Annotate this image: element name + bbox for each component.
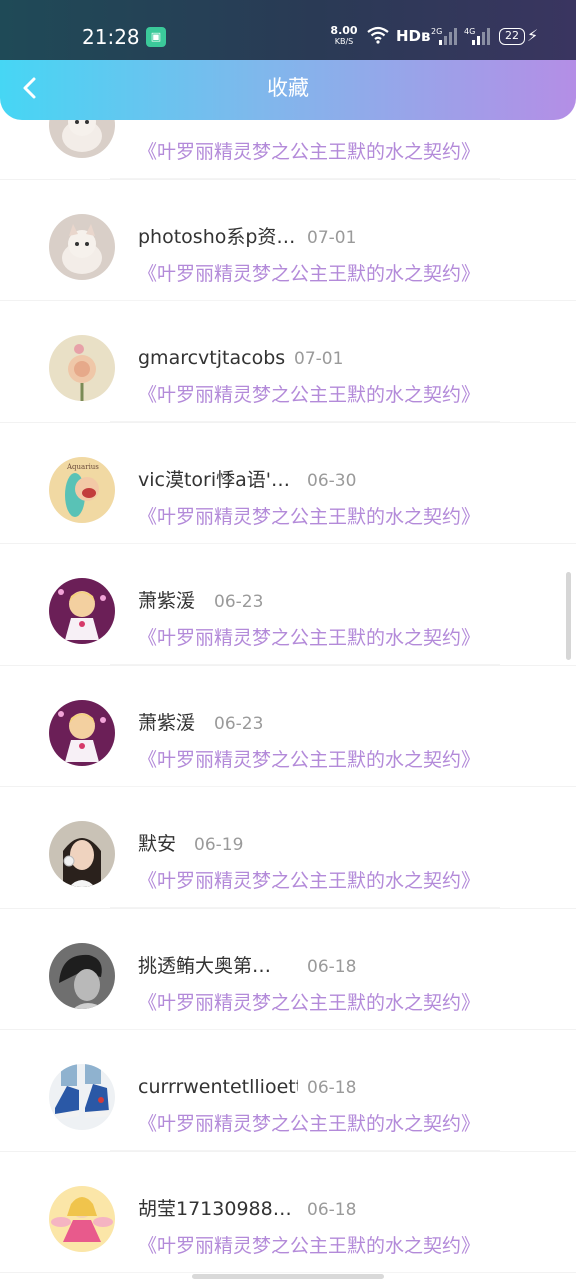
favorite-item[interactable]: gmarcvtjtacobs 07-01 《叶罗丽精灵梦之公主王默的水之契约》 — [0, 301, 576, 423]
avatar-fairy-icon[interactable] — [49, 1185, 115, 1252]
top-bar: 21:28 ▣ 8.00 KB/S HDʙ 2G 4G 22 ⚡ 收藏 — [0, 0, 576, 120]
book-title-link[interactable]: 《叶罗丽精灵梦之公主王默的水之契约》 — [138, 625, 480, 651]
charging-icon: ⚡ — [527, 26, 539, 45]
status-bar: 21:28 ▣ 8.00 KB/S HDʙ 2G 4G 22 ⚡ — [0, 0, 576, 60]
user-name: 挑透鲔大奥第… — [138, 954, 272, 977]
signal-4g-icon: 4G — [464, 26, 490, 50]
favorite-date: 07-01 — [294, 349, 344, 369]
avatar-sneakers-icon[interactable] — [49, 1064, 115, 1130]
book-title-link[interactable]: 《叶罗丽精灵梦之公主王默的水之契约》 — [138, 139, 480, 165]
book-title-link[interactable]: 《叶罗丽精灵梦之公主王默的水之契约》 — [138, 1111, 480, 1137]
signal-4g-label: 4G — [464, 27, 475, 36]
signal-2g-icon: 2G — [431, 26, 457, 50]
battery-indicator: 22 — [499, 28, 525, 45]
favorite-item[interactable]: 萧紫湲 06-23 《叶罗丽精灵梦之公主王默的水之契约》 — [0, 544, 576, 666]
book-title-link[interactable]: 《叶罗丽精灵梦之公主王默的水之契约》 — [138, 990, 480, 1016]
favorites-list-inner: 《叶罗丽精灵梦之公主王默的水之契约》 photosho系p资… 07-01 《叶罗丽精… — [0, 120, 576, 1273]
favorite-date: 06-18 — [307, 1078, 357, 1098]
avatar-rose-icon[interactable] — [49, 335, 115, 401]
signal-2g-label: 2G — [431, 27, 442, 36]
book-title-link[interactable]: 《叶罗丽精灵梦之公主王默的水之契约》 — [138, 382, 480, 408]
book-title-link[interactable]: 《叶罗丽精灵梦之公主王默的水之契约》 — [138, 261, 480, 287]
favorite-date: 06-18 — [307, 956, 357, 977]
nav-bar: 收藏 — [0, 60, 576, 116]
svg-text:Aquarius: Aquarius — [66, 463, 99, 471]
favorite-item[interactable]: 萧紫湲 06-23 《叶罗丽精灵梦之公主王默的水之契约》 — [0, 666, 576, 787]
net-speed: 8.00 KB/S — [330, 25, 358, 47]
scrollbar[interactable] — [566, 572, 571, 660]
user-name: 萧紫湲 — [138, 590, 196, 612]
favorite-date: 06-19 — [194, 835, 244, 855]
user-name: gmarcvtjtacobs — [138, 347, 286, 369]
hd-indicator: HDʙ — [396, 27, 431, 45]
user-name: 胡莹17130988… — [138, 1197, 292, 1220]
user-name: vic漠tori悸a语'… — [138, 468, 291, 491]
avatar-anime-princess-icon[interactable] — [49, 699, 115, 766]
net-speed-unit: KB/S — [334, 37, 354, 46]
favorite-item[interactable]: 默安 06-19 《叶罗丽精灵梦之公主王默的水之契约》 — [0, 787, 576, 909]
avatar-bw-portrait-icon[interactable] — [49, 942, 115, 1009]
favorite-date: 06-23 — [214, 592, 264, 612]
favorite-date: 06-18 — [307, 1199, 357, 1220]
book-title-link[interactable]: 《叶罗丽精灵梦之公主王默的水之契约》 — [138, 504, 480, 530]
avatar-photo-girl-icon[interactable] — [49, 821, 115, 887]
user-name: currrwentetllioett — [138, 1076, 298, 1098]
page-title: 收藏 — [267, 76, 309, 100]
divider — [110, 1271, 500, 1273]
favorite-item[interactable]: 挑透鲔大奥第… 06-18 《叶罗丽精灵梦之公主王默的水之契约》 — [0, 909, 576, 1030]
favorite-item[interactable]: photosho系p资… 07-01 《叶罗丽精灵梦之公主王默的水之契约》 — [0, 180, 576, 301]
wifi-icon — [367, 26, 389, 48]
favorite-item[interactable]: 《叶罗丽精灵梦之公主王默的水之契约》 — [0, 120, 576, 180]
book-title-link[interactable]: 《叶罗丽精灵梦之公主王默的水之契约》 — [138, 1233, 480, 1259]
avatar-cartoon-girl-icon[interactable]: Aquarius — [49, 456, 115, 523]
avatar-anime-princess-icon[interactable] — [49, 578, 115, 644]
favorite-item[interactable]: 胡莹17130988… 06-18 《叶罗丽精灵梦之公主王默的水之契约》 — [0, 1152, 576, 1273]
avatar-cat-icon[interactable] — [49, 120, 115, 158]
favorite-item[interactable]: currrwentetllioett 06-18 《叶罗丽精灵梦之公主王默的水之契约… — [0, 1030, 576, 1152]
home-indicator[interactable] — [192, 1274, 384, 1279]
favorite-date: 06-30 — [307, 470, 357, 491]
avatar-cat-icon[interactable] — [49, 213, 115, 280]
user-name: 萧紫湲 — [138, 711, 196, 734]
favorite-item[interactable]: Aquarius vic漠tori悸a语'… 06-30 《叶罗丽精灵梦之公主王默的水… — [0, 423, 576, 544]
user-name: photosho系p资… — [138, 225, 296, 248]
status-time: 21:28 — [82, 25, 140, 49]
net-speed-value: 8.00 — [330, 24, 358, 37]
book-title-link[interactable]: 《叶罗丽精灵梦之公主王默的水之契约》 — [138, 747, 480, 773]
user-name: 默安 — [138, 833, 177, 855]
favorite-date: 07-01 — [307, 227, 357, 248]
book-title-link[interactable]: 《叶罗丽精灵梦之公主王默的水之契约》 — [138, 868, 480, 894]
app-notification-icon: ▣ — [146, 27, 166, 47]
favorite-date: 06-23 — [214, 713, 264, 734]
favorites-list[interactable]: 《叶罗丽精灵梦之公主王默的水之契约》 photosho系p资… 07-01 《叶罗丽精… — [0, 120, 576, 1280]
